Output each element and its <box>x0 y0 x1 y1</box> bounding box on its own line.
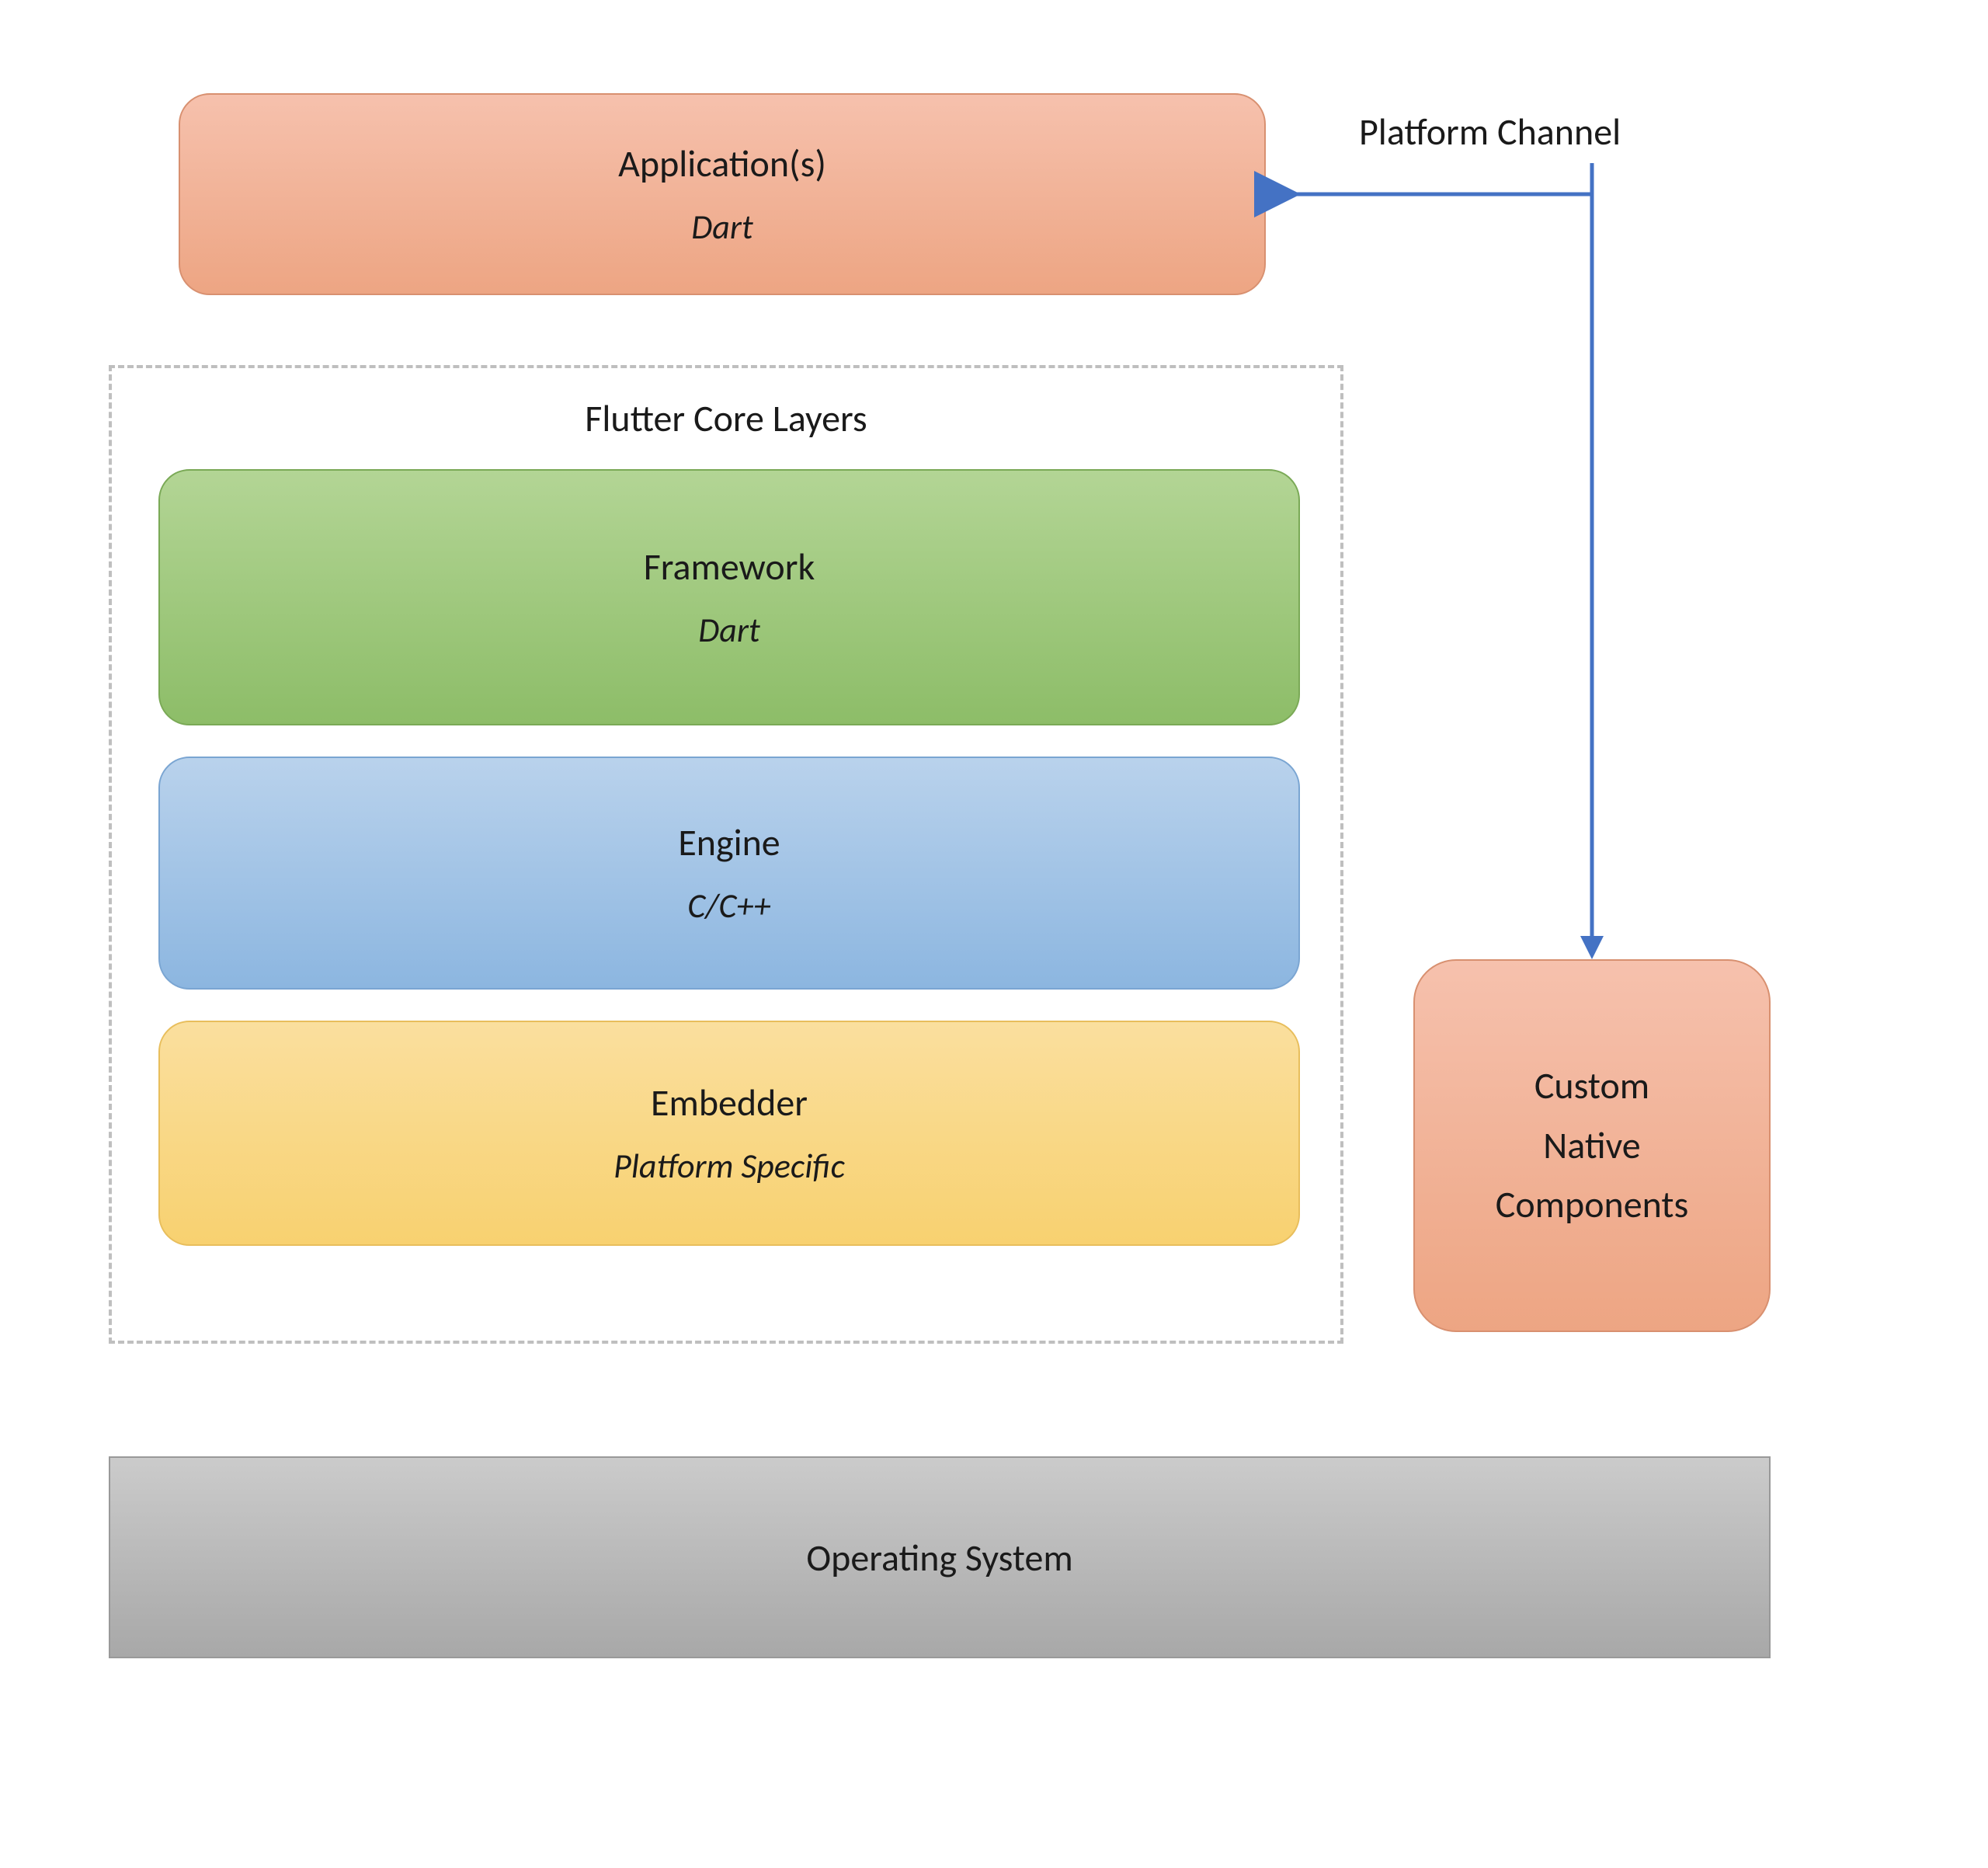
engine-subtitle: C/C++ <box>687 885 770 927</box>
architecture-diagram: Application(s) Dart Platform Channel Flu… <box>109 93 1879 1775</box>
custom-native-line2: Native <box>1543 1122 1640 1168</box>
os-title: Operating System <box>806 1535 1072 1581</box>
framework-box: Framework Dart <box>158 469 1300 725</box>
framework-title: Framework <box>644 544 815 590</box>
applications-title: Application(s) <box>618 141 826 186</box>
platform-channel-label: Platform Channel <box>1359 109 1621 155</box>
embedder-box: Embedder Platform Specific <box>158 1021 1300 1246</box>
custom-native-line3: Components <box>1496 1181 1689 1227</box>
arrow-channel-to-app <box>1289 163 1592 194</box>
custom-native-box: Custom Native Components <box>1413 959 1771 1332</box>
custom-native-text: Custom Native Components <box>1496 1056 1689 1235</box>
framework-subtitle: Dart <box>698 609 760 651</box>
core-layers-title: Flutter Core Layers <box>112 395 1340 441</box>
applications-box: Application(s) Dart <box>179 93 1266 295</box>
engine-title: Engine <box>678 819 780 865</box>
embedder-title: Embedder <box>651 1080 808 1125</box>
embedder-subtitle: Platform Specific <box>613 1145 845 1187</box>
engine-box: Engine C/C++ <box>158 757 1300 990</box>
applications-subtitle: Dart <box>691 206 753 248</box>
operating-system-box: Operating System <box>109 1456 1771 1658</box>
arrowhead-down-icon <box>1580 936 1604 959</box>
custom-native-line1: Custom <box>1534 1063 1649 1108</box>
core-layers-container: Flutter Core Layers Framework Dart Engin… <box>109 365 1343 1344</box>
